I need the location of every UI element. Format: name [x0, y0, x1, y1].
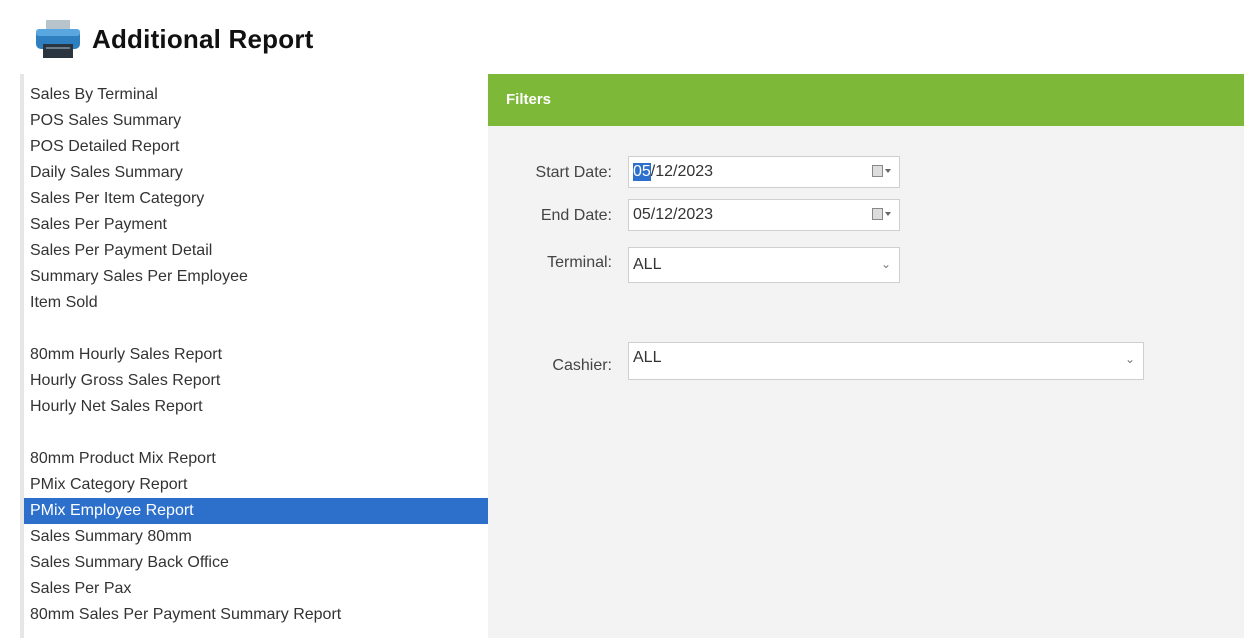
cashier-value: ALL: [633, 349, 662, 366]
report-item[interactable]: Sales Per Item Category: [24, 186, 492, 212]
start-date-label: Start Date:: [535, 164, 612, 181]
report-item[interactable]: Sales Per Payment Detail: [24, 238, 492, 264]
end-date-label: End Date:: [540, 207, 612, 224]
report-item[interactable]: POS Detailed Report: [24, 134, 492, 160]
report-item[interactable]: Sales By Terminal: [24, 82, 492, 108]
report-item[interactable]: PMix Category Report: [24, 472, 492, 498]
terminal-value: ALL: [633, 256, 662, 273]
filters-panel: Filters Start Date: 05/12/2023 End Date:…: [488, 74, 1244, 638]
start-date-selected-segment: 05: [633, 163, 651, 181]
page-title: Additional Report: [92, 23, 314, 54]
report-item[interactable]: Hourly Net Sales Report: [24, 394, 492, 420]
calendar-dropdown-icon[interactable]: [872, 208, 891, 220]
cashier-select[interactable]: ALL ⌄: [628, 342, 1144, 380]
chevron-down-icon: ⌄: [880, 257, 891, 271]
report-item[interactable]: Summary Sales Per Employee: [24, 264, 492, 290]
report-item[interactable]: 80mm Sales Per Payment Summary Report: [24, 602, 492, 628]
printer-icon: [36, 20, 80, 58]
report-list: Sales By Terminal POS Sales Summary POS De…: [24, 74, 492, 628]
start-date-picker[interactable]: 05/12/2023: [628, 156, 900, 188]
calendar-dropdown-icon[interactable]: [872, 165, 891, 177]
report-item[interactable]: Sales Summary Back Office: [24, 550, 492, 576]
cashier-label: Cashier:: [552, 357, 612, 374]
report-item[interactable]: POS Sales Summary: [24, 108, 492, 134]
report-item[interactable]: Item Sold: [24, 290, 492, 316]
report-item[interactable]: PMix Employee Report: [24, 498, 492, 524]
chevron-down-icon: ⌄: [1124, 352, 1135, 366]
report-list-panel: Sales By Terminal POS Sales Summary POS De…: [20, 74, 492, 638]
filters-header: Filters: [488, 74, 1244, 126]
list-group-separator: [24, 420, 492, 446]
report-item[interactable]: Sales Per Payment: [24, 212, 492, 238]
end-date-picker[interactable]: 05/12/2023: [628, 199, 900, 231]
start-date-value: /12/2023: [650, 163, 714, 180]
app-header: Additional Report: [34, 14, 314, 64]
list-group-separator: [24, 316, 492, 342]
report-item[interactable]: 80mm Product Mix Report: [24, 446, 492, 472]
report-item[interactable]: Daily Sales Summary: [24, 160, 492, 186]
report-item[interactable]: 80mm Hourly Sales Report: [24, 342, 492, 368]
end-date-value: 05/12/2023: [633, 206, 714, 223]
report-item[interactable]: Sales Summary 80mm: [24, 524, 492, 550]
report-item[interactable]: Hourly Gross Sales Report: [24, 368, 492, 394]
terminal-label: Terminal:: [547, 254, 612, 271]
terminal-select[interactable]: ALL ⌄: [628, 247, 900, 283]
report-item[interactable]: Sales Per Pax: [24, 576, 492, 602]
